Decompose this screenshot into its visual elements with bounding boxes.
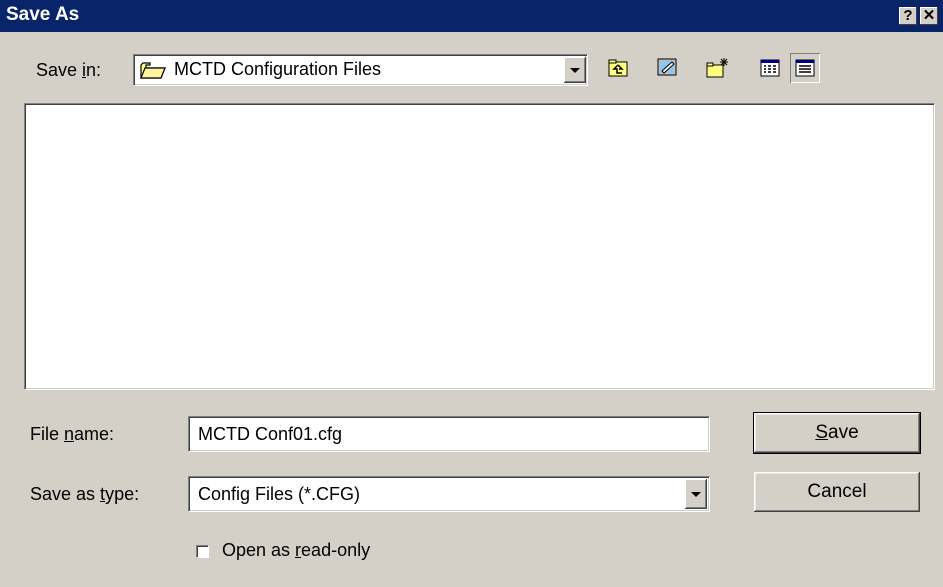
close-button[interactable]: ✕ — [920, 7, 938, 25]
list-view-button[interactable] — [755, 53, 785, 83]
save-as-type-label: Save as type: — [30, 484, 140, 504]
title-bar[interactable]: Save As ? ✕ — [0, 0, 943, 32]
details-view-button[interactable] — [790, 53, 820, 83]
save-in-dropdown-button[interactable] — [564, 57, 586, 83]
save-as-type-combo[interactable]: Config Files (*.CFG) — [188, 476, 710, 512]
read-only-checkbox[interactable] — [196, 545, 209, 558]
help-button[interactable]: ? — [899, 7, 917, 25]
desktop-button[interactable] — [652, 53, 682, 83]
save-as-type-value: Config Files (*.CFG) — [198, 484, 361, 504]
read-only-label[interactable]: Open as read-only — [222, 540, 370, 561]
chevron-down-icon — [691, 492, 701, 497]
cancel-button[interactable]: Cancel — [754, 472, 920, 512]
save-as-type-dropdown-button[interactable] — [685, 479, 707, 509]
file-list[interactable] — [24, 103, 935, 390]
window-title: Save As — [6, 4, 80, 25]
chevron-down-icon — [570, 68, 580, 73]
file-name-label: File name: — [30, 424, 115, 444]
save-in-combo[interactable]: MCTD Configuration Files — [133, 54, 588, 86]
file-name-input[interactable]: MCTD Conf01.cfg — [188, 416, 710, 452]
up-one-level-button[interactable] — [603, 53, 633, 83]
save-button[interactable]: Save — [753, 412, 921, 454]
new-folder-button[interactable] — [702, 53, 732, 83]
file-name-value: MCTD Conf01.cfg — [198, 424, 343, 444]
save-in-label: Save in: — [36, 60, 102, 80]
save-in-value: MCTD Configuration Files — [174, 59, 382, 79]
folder-icon — [140, 60, 166, 85]
save-as-dialog: Save As ? ✕ Save in: MCTD Configuration … — [0, 0, 943, 587]
